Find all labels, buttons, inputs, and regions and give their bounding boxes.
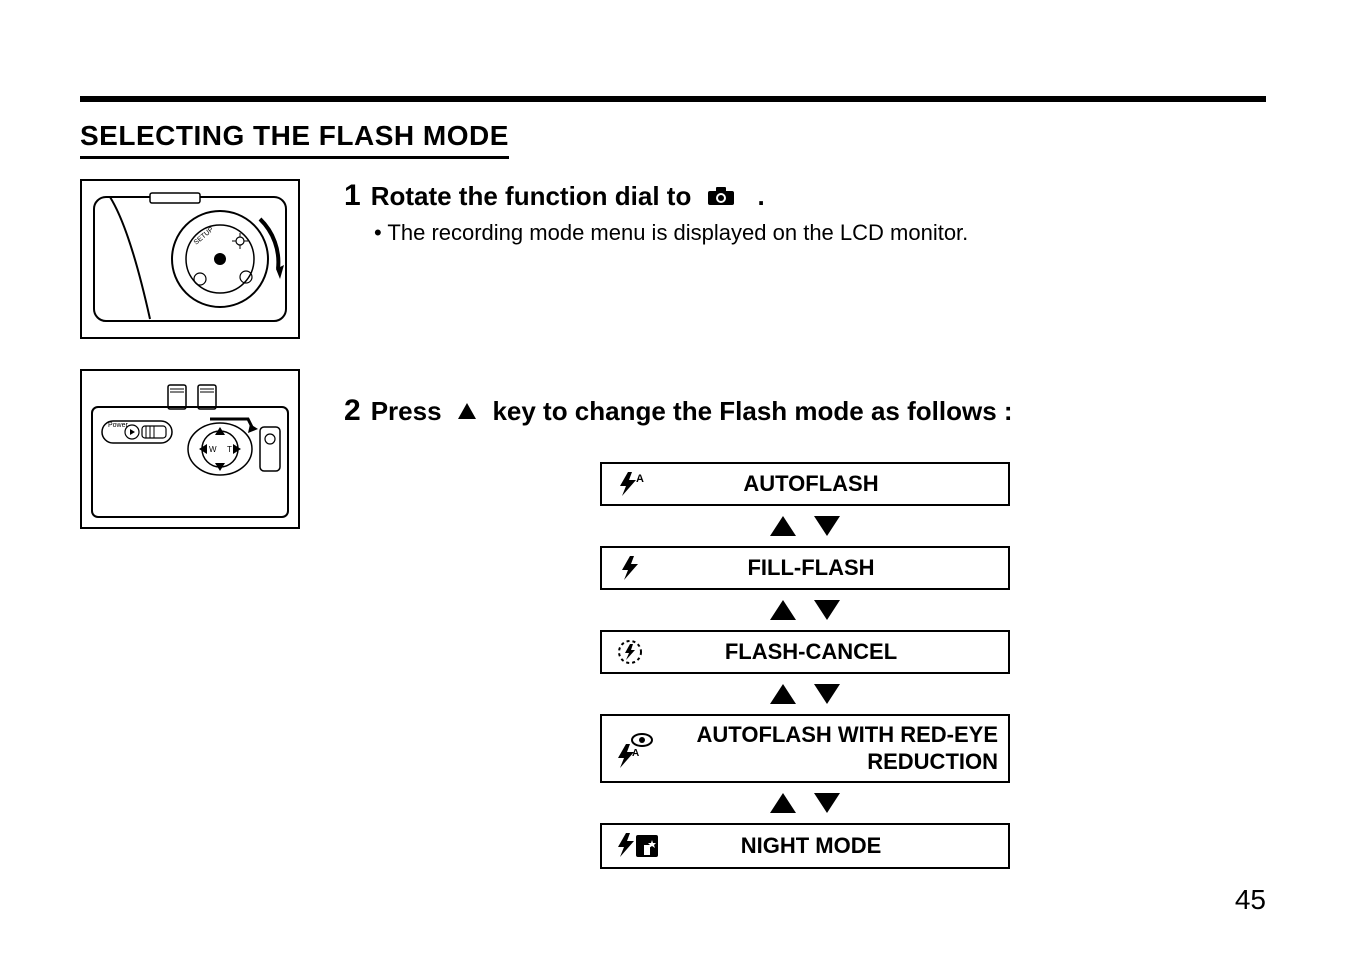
autoflash-redeye-icon: A xyxy=(614,730,670,768)
step-1-number: 1 xyxy=(344,179,361,213)
step-2-text: Press key to change the Flash mode as fo… xyxy=(371,396,1013,429)
night-mode-icon xyxy=(614,831,670,861)
step-1-text: Rotate the function dial to . xyxy=(371,181,765,214)
up-triangle-icon xyxy=(770,684,796,704)
up-triangle-icon xyxy=(456,397,478,428)
step-1-text-after: . xyxy=(757,181,764,211)
dial-illustration: SETUP xyxy=(80,179,300,339)
arrows-3 xyxy=(770,684,840,704)
mode-autoflash: A AUTOFLASH xyxy=(600,462,1010,506)
mode-autoflash-label: AUTOFLASH xyxy=(670,471,1008,497)
flash-mode-list: A AUTOFLASH FILL-FLASH xyxy=(344,462,1266,869)
arrows-4 xyxy=(770,793,840,813)
mode-fill-flash-label: FILL-FLASH xyxy=(670,555,1008,581)
camera-icon xyxy=(706,183,736,214)
svg-text:A: A xyxy=(636,473,644,485)
down-triangle-icon xyxy=(814,600,840,620)
content: SETUP Power xyxy=(80,179,1266,869)
arrows-2 xyxy=(770,600,840,620)
left-column: SETUP Power xyxy=(80,179,320,869)
step-1-substep: • The recording mode menu is displayed o… xyxy=(374,220,1266,246)
svg-text:T: T xyxy=(227,445,232,454)
top-rule xyxy=(80,96,1266,102)
up-triangle-icon xyxy=(770,516,796,536)
section-title-wrap: SELECTING THE FLASH MODE xyxy=(80,120,509,159)
step-2-text-before: Press xyxy=(371,396,442,426)
up-triangle-icon xyxy=(770,600,796,620)
page-number: 45 xyxy=(1235,884,1266,916)
mode-autoflash-redeye-line1: AUTOFLASH WITH RED-EYE xyxy=(697,722,998,747)
mode-autoflash-redeye-line2: REDUCTION xyxy=(867,749,998,774)
mode-autoflash-redeye-label: AUTOFLASH WITH RED-EYE REDUCTION xyxy=(670,722,1008,775)
dial-illustration-svg: SETUP xyxy=(90,189,290,329)
svg-text:A: A xyxy=(632,748,639,759)
step-2-number: 2 xyxy=(344,394,361,428)
svg-text:Power: Power xyxy=(108,422,129,429)
autoflash-icon: A xyxy=(614,470,670,498)
nav-illustration: Power W T xyxy=(80,369,300,529)
mode-flash-cancel-label: FLASH-CANCEL xyxy=(670,639,1008,665)
svg-text:W: W xyxy=(209,445,217,454)
step-2-text-after: key to change the Flash mode as follows … xyxy=(492,396,1012,426)
step-1: 1 Rotate the function dial to . xyxy=(344,179,1266,214)
mode-autoflash-redeye: A AUTOFLASH WITH RED-EYE REDUCTION xyxy=(600,714,1010,783)
mode-night-label: NIGHT MODE xyxy=(670,833,1008,859)
down-triangle-icon xyxy=(814,516,840,536)
right-column: 1 Rotate the function dial to . • The re… xyxy=(344,179,1266,869)
section-title: SELECTING THE FLASH MODE xyxy=(80,120,509,152)
mode-fill-flash: FILL-FLASH xyxy=(600,546,1010,590)
step-1-text-before: Rotate the function dial to xyxy=(371,181,692,211)
arrows-1 xyxy=(770,516,840,536)
down-triangle-icon xyxy=(814,684,840,704)
up-triangle-icon xyxy=(770,793,796,813)
mode-night: NIGHT MODE xyxy=(600,823,1010,869)
flash-cancel-icon xyxy=(614,638,670,666)
mode-flash-cancel: FLASH-CANCEL xyxy=(600,630,1010,674)
down-triangle-icon xyxy=(814,793,840,813)
fill-flash-icon xyxy=(614,554,670,582)
nav-illustration-svg: Power W T xyxy=(90,379,290,519)
step-2: 2 Press key to change the Flash mode as … xyxy=(344,394,1266,429)
